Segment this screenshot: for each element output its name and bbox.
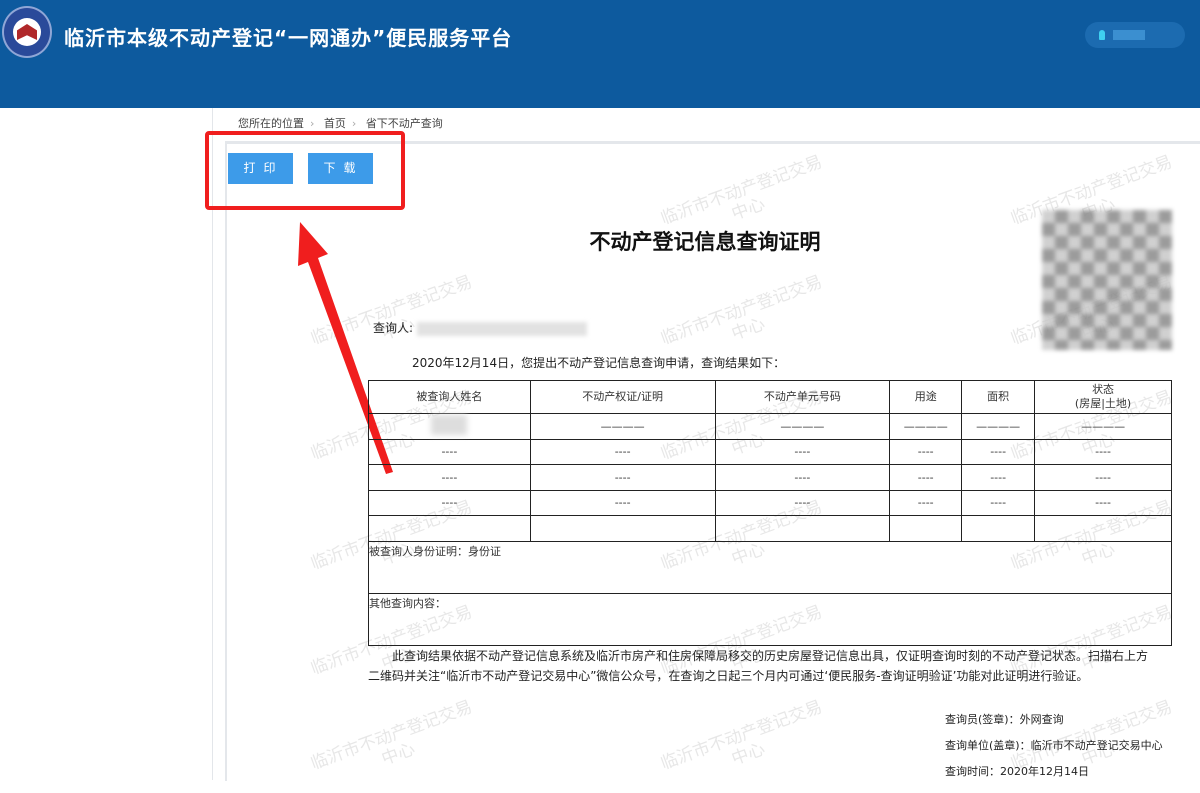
breadcrumb-home[interactable]: 首页: [324, 117, 346, 130]
table-cell: ----: [1034, 438, 1172, 465]
certificate-note: 此查询结果依据不动产登记信息系统及临沂市房产和住房保障局移交的历史房屋登记信息出…: [368, 649, 1149, 683]
annotation-highlight-box: [205, 131, 405, 210]
table-row: [368, 515, 1172, 542]
table-cell: ----: [529, 489, 716, 516]
table-cell: ----: [889, 464, 963, 491]
table-row: ---- ---- ---- ---- ---- ----: [368, 438, 1172, 465]
table-cell: ————: [529, 413, 716, 440]
table-cell: [368, 413, 531, 440]
qr-code: [1042, 210, 1172, 350]
table-row: ---- ---- ---- ---- ---- ----: [368, 489, 1172, 516]
header: 临沂市本级不动产登记“一网通办”便民服务平台 用户: [0, 0, 1200, 108]
table-cell: ----: [529, 438, 716, 465]
table-cell: ————: [1034, 413, 1172, 440]
table-cell: [714, 515, 891, 542]
app-title: 临沂市本级不动产登记“一网通办”便民服务平台: [64, 26, 513, 50]
table-cell: ----: [1034, 489, 1172, 516]
table-cell: ----: [889, 438, 963, 465]
table-cell: ----: [961, 464, 1036, 491]
redacted-name: [431, 414, 468, 435]
breadcrumb-current[interactable]: 省下不动产查询: [366, 117, 443, 130]
table-cell: ————: [889, 413, 963, 440]
clerk-signature: 查询员(签章)：外网查询: [945, 713, 1064, 726]
table-cell: ----: [714, 464, 891, 491]
table-cell: ————: [961, 413, 1036, 440]
table-cell: ----: [714, 438, 891, 465]
query-unit: 查询单位(盖章)：临沂市不动产登记交易中心: [945, 739, 1163, 752]
identity-label: 被查询人身份证明：身份证: [368, 540, 1172, 594]
querier-value: ***: [416, 321, 587, 336]
logo-icon: [2, 6, 52, 58]
breadcrumb: 您所在的位置 › 首页 › 省下不动产查询: [238, 117, 443, 130]
table-cell: ----: [961, 438, 1036, 465]
user-name: 用户: [1113, 30, 1145, 40]
table-cell: ----: [1034, 464, 1172, 491]
table-row: ———— ———— ———— ———— ————: [368, 413, 1172, 440]
other-content-label: 其他查询内容：: [368, 592, 1172, 646]
user-icon: [1099, 30, 1105, 40]
table-cell: ----: [368, 464, 531, 491]
query-time: 查询时间：2020年12月14日: [945, 765, 1089, 778]
identity-row: 被查询人身份证明：身份证: [368, 540, 1172, 594]
table-cell: ----: [889, 489, 963, 516]
col-header: 被查询人姓名: [368, 380, 531, 414]
table-cell: [529, 515, 716, 542]
other-content-row: 其他查询内容：: [368, 592, 1172, 646]
col-header: 不动产单元号码: [714, 380, 891, 414]
table-cell: ----: [368, 438, 531, 465]
user-menu[interactable]: 用户: [1085, 22, 1185, 48]
querier-label: 查询人:: [373, 321, 414, 335]
intro-text: 2020年12月14日，您提出不动产登记信息查询申请，查询结果如下：: [412, 356, 786, 370]
table-cell: ----: [961, 489, 1036, 516]
table-cell: [368, 515, 531, 542]
result-table: 被查询人姓名 不动产权证/证明 不动产单元号码 用途 面积 状态 (房屋|土地)…: [368, 380, 1172, 646]
table-cell: ----: [368, 489, 531, 516]
table-cell: ————: [714, 413, 891, 440]
table-cell: [889, 515, 963, 542]
table-row: ---- ---- ---- ---- ---- ----: [368, 464, 1172, 491]
table-cell: ----: [714, 489, 891, 516]
table-header-row: 被查询人姓名 不动产权证/证明 不动产单元号码 用途 面积 状态 (房屋|土地): [368, 380, 1172, 414]
col-header: 状态 (房屋|土地): [1034, 380, 1172, 414]
certificate-title: 不动产登记信息查询证明: [589, 230, 821, 254]
querier-row: 查询人: ***: [373, 319, 587, 336]
table-cell: ----: [529, 464, 716, 491]
col-header: 不动产权证/证明: [529, 380, 716, 414]
table-cell: [961, 515, 1036, 542]
col-header: 用途: [889, 380, 963, 414]
breadcrumb-label: 您所在的位置: [238, 117, 304, 130]
col-header: 面积: [961, 380, 1036, 414]
table-cell: [1034, 515, 1172, 542]
